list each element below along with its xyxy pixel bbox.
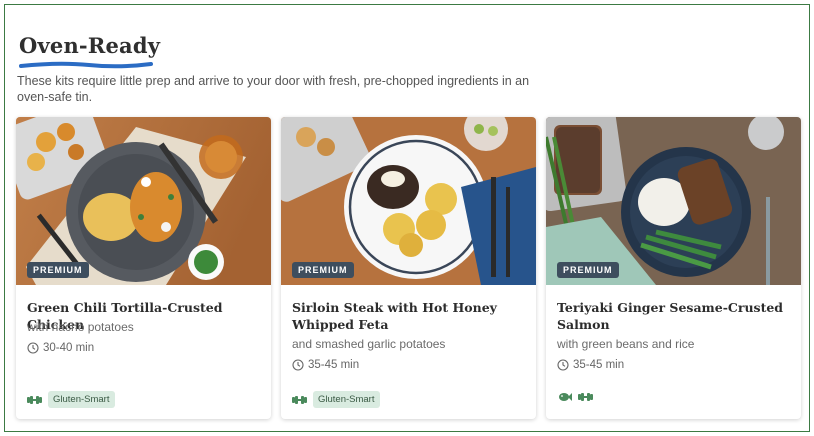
meal-title[interactable]: Teriyaki Ginger Sesame-Crusted Salmon <box>557 299 793 333</box>
oven-ready-section: Oven-Ready These kits require little pre… <box>4 4 810 432</box>
meal-subtitle: and smashed garlic potatoes <box>292 337 446 351</box>
dumbbell-icon <box>578 393 593 401</box>
cook-time-text: 35-45 min <box>308 359 360 371</box>
clock-icon <box>557 359 569 371</box>
meal-subtitle: with green beans and rice <box>557 337 695 351</box>
cook-time: 30-40 min <box>27 342 94 354</box>
meal-photo[interactable] <box>546 117 801 285</box>
section-description: These kits require little prep and arriv… <box>17 74 530 104</box>
cook-time: 35-45 min <box>557 359 624 371</box>
meal-title[interactable]: Sirloin Steak with Hot Honey Whipped Fet… <box>292 299 528 333</box>
meal-tags: Gluten-Smart <box>292 391 380 408</box>
dumbbell-icon <box>292 395 307 404</box>
gluten-smart-tag: Gluten-Smart <box>48 391 115 408</box>
meal-photo[interactable] <box>281 117 536 285</box>
title-underline <box>19 61 153 69</box>
clock-icon <box>292 359 304 371</box>
meal-card-3[interactable]: PREMIUM Teriyaki Ginger Sesame-Crusted S… <box>546 117 801 419</box>
premium-badge: PREMIUM <box>292 262 354 278</box>
section-title: Oven-Ready <box>19 33 161 58</box>
meal-photo[interactable] <box>16 117 271 285</box>
dumbbell-icon <box>27 395 42 404</box>
premium-badge: PREMIUM <box>557 262 619 278</box>
cook-time-text: 35-45 min <box>573 359 625 371</box>
meal-tags: Gluten-Smart <box>27 391 115 408</box>
cook-time-text: 30-40 min <box>43 342 95 354</box>
gluten-smart-tag: Gluten-Smart <box>313 391 380 408</box>
premium-badge: PREMIUM <box>27 262 89 278</box>
fish-icon <box>559 393 572 401</box>
meal-card-2[interactable]: PREMIUM Sirloin Steak with Hot Honey Whi… <box>281 117 536 419</box>
meal-card-1[interactable]: PREMIUM Green Chili Tortilla-Crusted Chi… <box>16 117 271 419</box>
meal-subtitle: with nacho potatoes <box>27 320 134 334</box>
meal-tags <box>557 391 593 403</box>
clock-icon <box>27 342 39 354</box>
cook-time: 35-45 min <box>292 359 359 371</box>
